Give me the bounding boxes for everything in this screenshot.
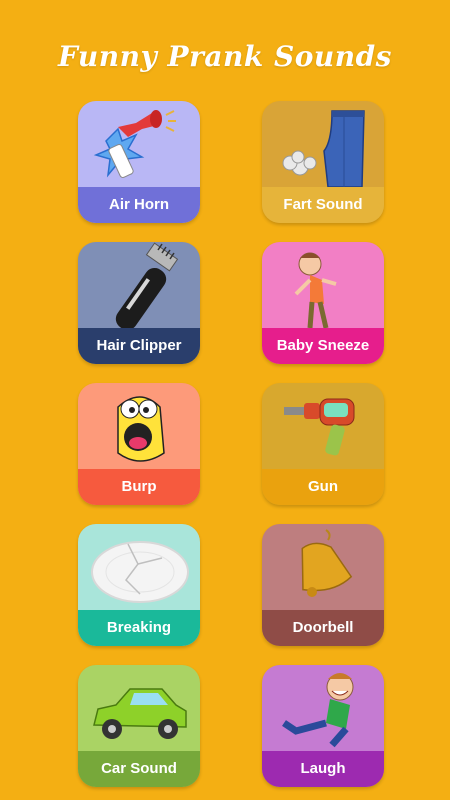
fart-icon <box>262 101 384 189</box>
ray-gun-icon <box>262 383 384 471</box>
sound-label: Doorbell <box>262 610 384 646</box>
bell-icon <box>262 524 384 612</box>
sound-card-air-horn[interactable]: Air Horn <box>78 101 200 223</box>
sound-card-fart-sound[interactable]: Fart Sound <box>262 101 384 223</box>
sound-label: Laugh <box>262 751 384 787</box>
app-title: Funny Prank Sounds <box>58 40 392 73</box>
hair-clipper-icon <box>78 242 200 330</box>
sound-card-laugh[interactable]: Laugh <box>262 665 384 787</box>
sound-grid: Air Horn Fart Sound Hair Clipper Baby Sn… <box>78 101 384 787</box>
sound-card-baby-sneeze[interactable]: Baby Sneeze <box>262 242 384 364</box>
sound-label: Car Sound <box>78 751 200 787</box>
air-horn-icon <box>78 101 200 189</box>
sound-label: Burp <box>78 469 200 505</box>
sound-card-hair-clipper[interactable]: Hair Clipper <box>78 242 200 364</box>
sneeze-icon <box>262 242 384 330</box>
sound-label: Hair Clipper <box>78 328 200 364</box>
sound-card-doorbell[interactable]: Doorbell <box>262 524 384 646</box>
sound-label: Breaking <box>78 610 200 646</box>
broken-plate-icon <box>78 524 200 612</box>
sound-card-breaking[interactable]: Breaking <box>78 524 200 646</box>
burp-icon <box>78 383 200 471</box>
sound-label: Fart Sound <box>262 187 384 223</box>
sound-card-gun[interactable]: Gun <box>262 383 384 505</box>
sound-label: Gun <box>262 469 384 505</box>
car-icon <box>78 665 200 753</box>
sound-label: Air Horn <box>78 187 200 223</box>
sound-label: Baby Sneeze <box>262 328 384 364</box>
sound-card-car-sound[interactable]: Car Sound <box>78 665 200 787</box>
sound-card-burp[interactable]: Burp <box>78 383 200 505</box>
laugh-icon <box>262 665 384 753</box>
